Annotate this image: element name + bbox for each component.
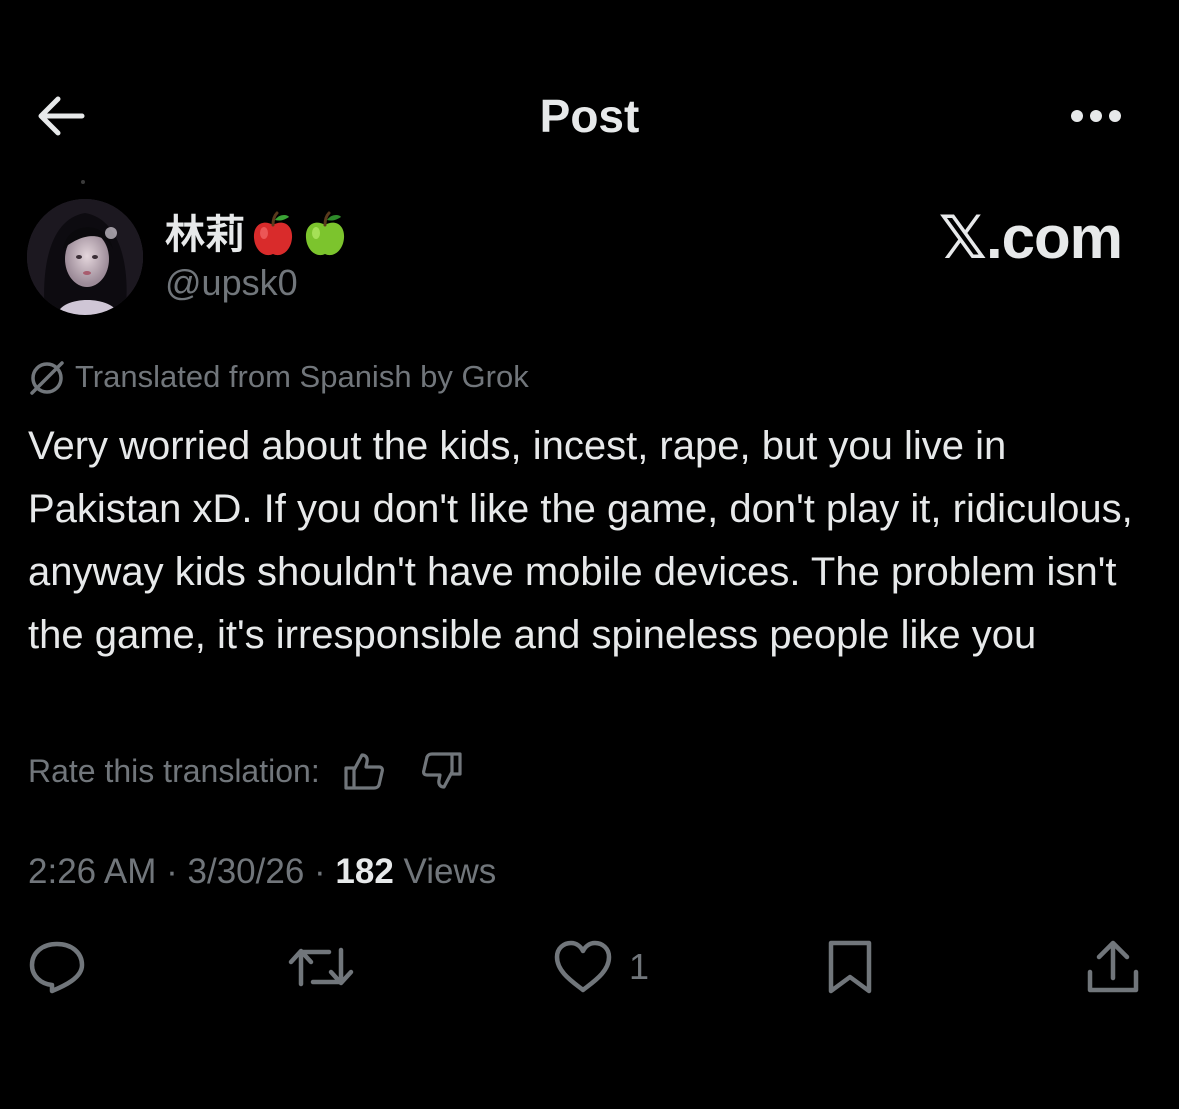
page-title: Post <box>539 90 640 142</box>
repost-button[interactable] <box>286 932 356 1002</box>
green-apple-emoji <box>301 211 349 259</box>
post-date[interactable]: 3/30/26 <box>188 852 305 892</box>
thumbs-up-icon <box>342 751 386 791</box>
thumbs-up-button[interactable] <box>340 748 388 794</box>
avatar-image <box>27 199 143 315</box>
more-options-button[interactable] <box>1056 88 1136 144</box>
thumbs-down-icon <box>420 751 464 791</box>
bookmark-icon <box>825 939 875 995</box>
like-count: 1 <box>629 946 650 987</box>
separator: · <box>304 852 336 891</box>
separator: · <box>156 852 188 891</box>
display-name-row[interactable]: 林莉 <box>165 208 349 262</box>
rate-translation-label: Rate this translation: <box>28 752 320 789</box>
reply-icon <box>28 940 86 994</box>
translation-notice: Translated from Spanish by Grok <box>27 357 529 397</box>
post-time[interactable]: 2:26 AM <box>28 852 156 892</box>
views-count[interactable]: 182 <box>335 852 393 892</box>
thread-indicator <box>81 180 85 184</box>
repost-icon <box>287 942 355 992</box>
user-handle[interactable]: @upsk0 <box>165 260 298 306</box>
post-metadata: 2:26 AM · 3/30/26 · 182 Views <box>28 849 496 895</box>
red-apple-emoji <box>249 211 297 259</box>
share-button[interactable] <box>1083 932 1143 1002</box>
translation-label: Translated from Spanish by Grok <box>75 359 529 394</box>
reply-button[interactable] <box>27 932 87 1002</box>
thumbs-down-button[interactable] <box>418 748 466 794</box>
site-watermark: 𝕏.com <box>938 204 1123 271</box>
share-icon <box>1085 938 1141 996</box>
grok-icon <box>27 357 67 397</box>
views-label[interactable]: Views <box>394 852 497 892</box>
heart-icon <box>553 940 613 994</box>
rate-translation-row: Rate this translation: <box>28 748 466 794</box>
bookmark-button[interactable] <box>820 932 880 1002</box>
more-horizontal-icon <box>1064 106 1128 126</box>
like-button[interactable]: 1 <box>553 932 673 1002</box>
avatar[interactable] <box>27 199 143 315</box>
post-text: Very worried about the kids, incest, rap… <box>28 424 1133 657</box>
display-name[interactable]: 林莉 <box>165 210 245 260</box>
